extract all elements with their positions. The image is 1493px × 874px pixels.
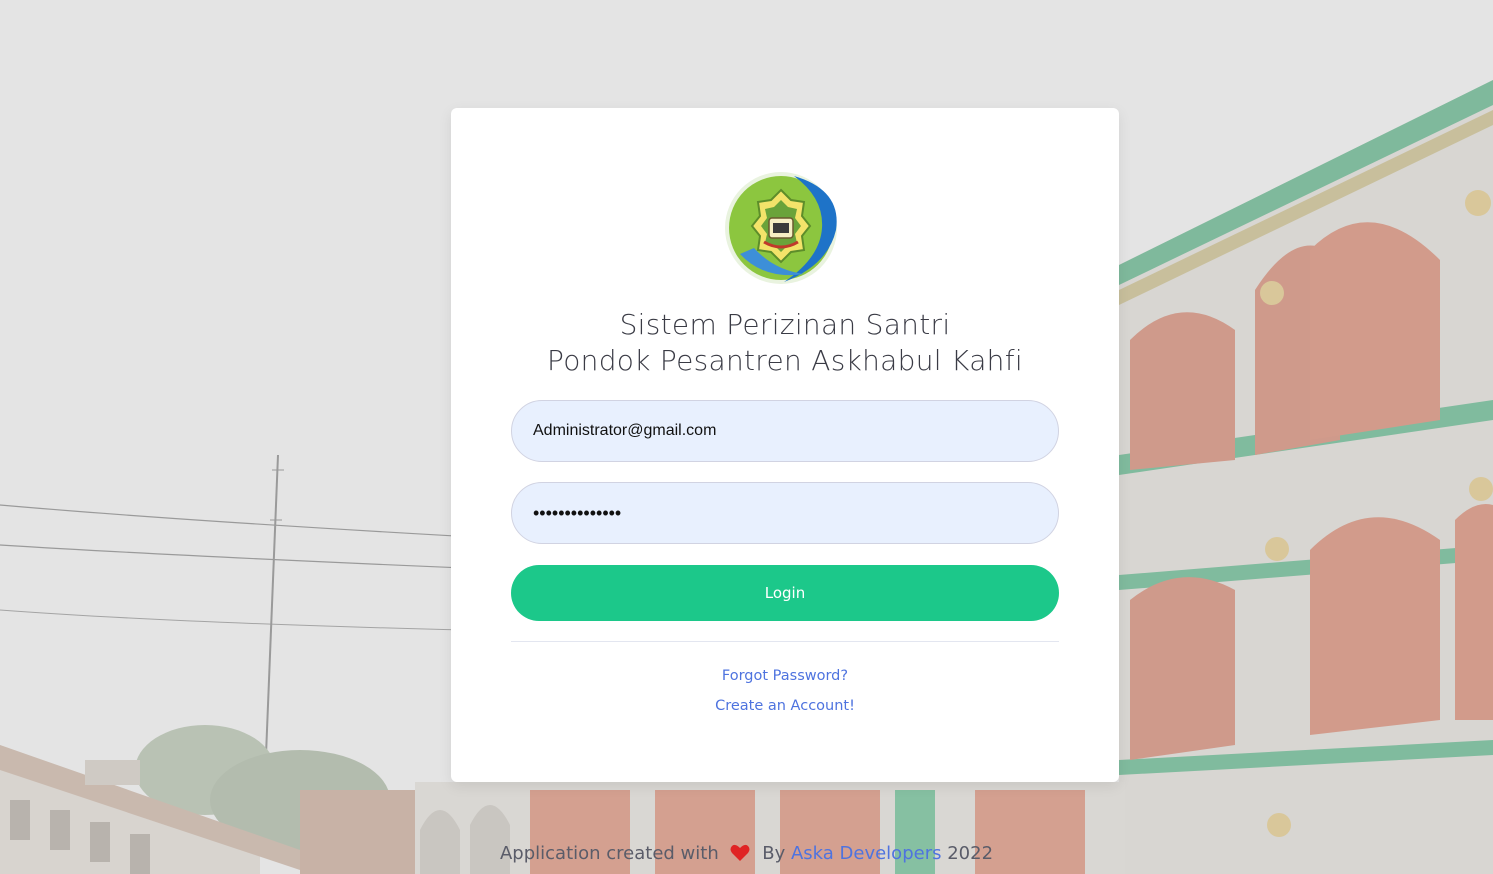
footer-by: By bbox=[762, 843, 786, 864]
developer-link[interactable]: Aska Developers bbox=[791, 843, 942, 864]
forgot-password-link[interactable]: Forgot Password? bbox=[722, 668, 848, 684]
create-account-row: Create an Account! bbox=[451, 698, 1119, 714]
heart-icon bbox=[730, 844, 750, 867]
title-line-2: Pondok Pesantren Askhabul Kahfi bbox=[547, 344, 1023, 377]
title-line-1: Sistem Perizinan Santri bbox=[619, 308, 951, 341]
footer-prefix: Application created with bbox=[499, 843, 719, 864]
password-input[interactable] bbox=[512, 483, 1058, 543]
divider bbox=[511, 641, 1059, 642]
school-crest-logo bbox=[724, 170, 846, 288]
forgot-password-row: Forgot Password? bbox=[451, 668, 1119, 684]
password-field[interactable] bbox=[511, 482, 1059, 544]
page-title: Sistem Perizinan Santri Pondok Pesantren… bbox=[451, 307, 1119, 379]
email-field[interactable] bbox=[511, 400, 1059, 462]
login-button[interactable]: Login bbox=[511, 565, 1059, 621]
email-input[interactable] bbox=[512, 401, 1058, 461]
footer-year: 2022 bbox=[947, 843, 994, 864]
footer: Application created with By Aska Develop… bbox=[0, 843, 1493, 867]
create-account-link[interactable]: Create an Account! bbox=[715, 698, 855, 714]
login-card: Sistem Perizinan Santri Pondok Pesantren… bbox=[451, 108, 1119, 782]
